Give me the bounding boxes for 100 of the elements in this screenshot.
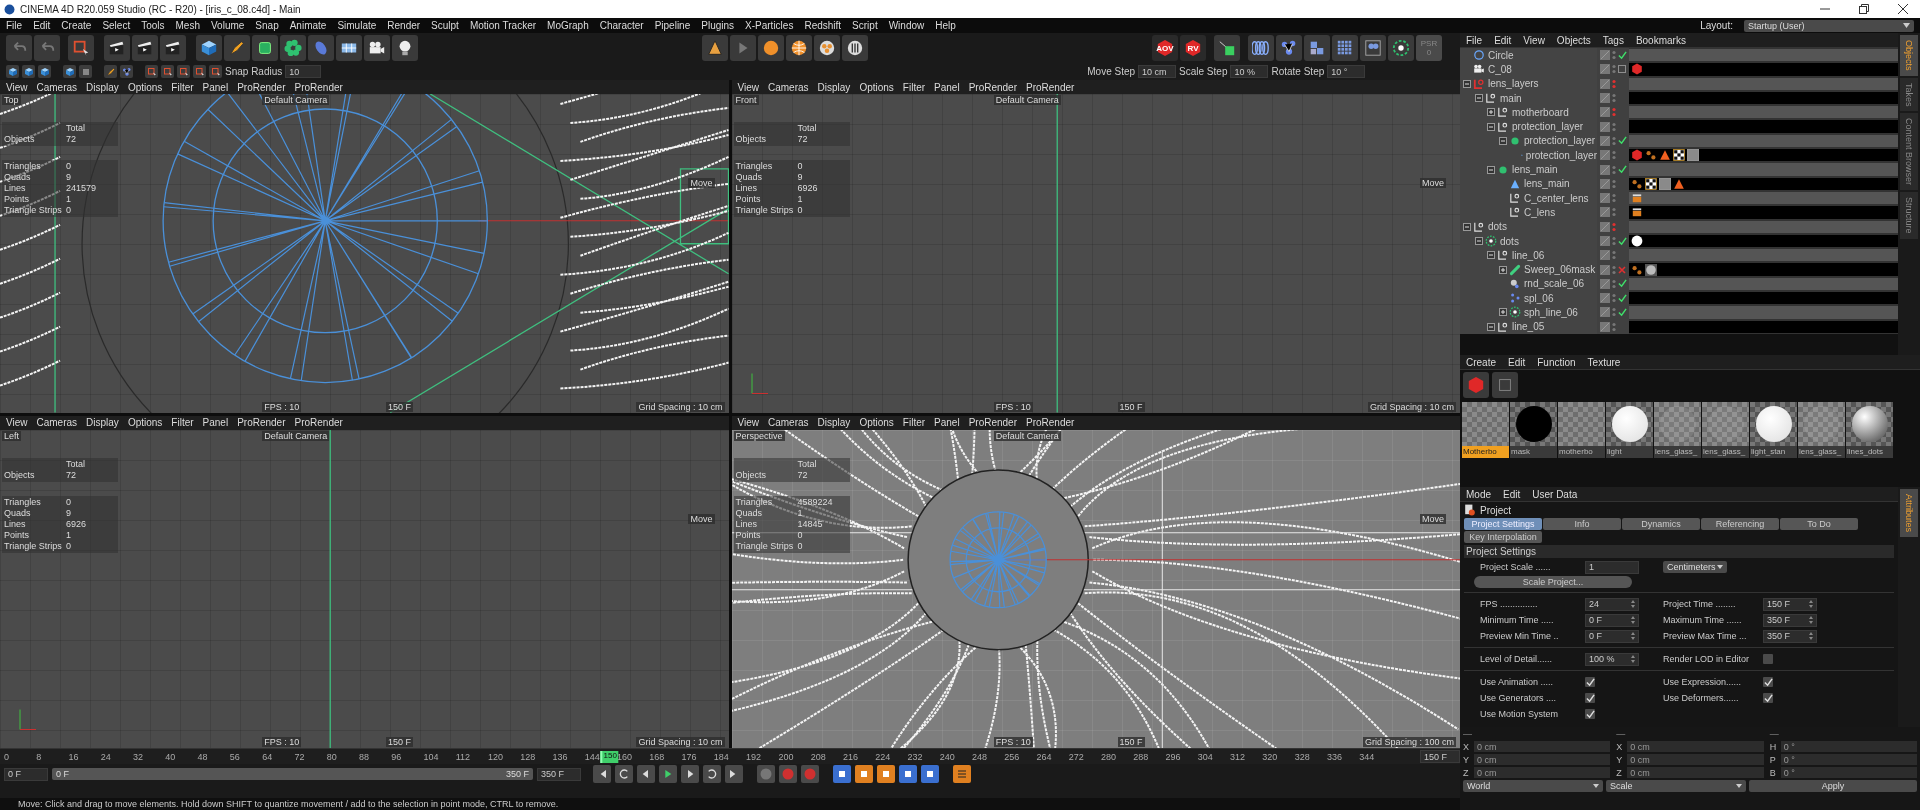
layer-icon[interactable]: [1600, 107, 1610, 118]
viewport-menu-item[interactable]: ProRender: [294, 417, 343, 428]
number-field[interactable]: 100 %: [1585, 652, 1639, 666]
viewport-menu-item[interactable]: Filter: [902, 81, 926, 93]
menu-item[interactable]: Plugins: [701, 20, 735, 31]
menu-item[interactable]: Create: [1466, 356, 1496, 368]
clapper-tag-icon[interactable]: [1631, 206, 1643, 219]
attribute-tab[interactable]: To Do: [1780, 518, 1858, 530]
expand-toggle[interactable]: [1499, 265, 1507, 274]
side-tab[interactable]: Objects: [1900, 35, 1918, 76]
snap-radius-field[interactable]: 10: [285, 65, 322, 78]
coordinate-field[interactable]: 0 °: [1780, 754, 1917, 765]
object-row[interactable]: protection_layer: [1460, 148, 1597, 163]
attribute-tab[interactable]: Referencing: [1701, 518, 1779, 530]
snap-mode-icon[interactable]: [177, 65, 190, 78]
viewport-menu-item[interactable]: Filter: [171, 81, 194, 93]
layer-icon[interactable]: [1600, 307, 1610, 318]
menu-item[interactable]: Snap: [255, 20, 279, 31]
material-thumbnail[interactable]: [1462, 402, 1509, 446]
layer-icon[interactable]: [1600, 135, 1610, 146]
visibility-dots-icon[interactable]: [1612, 221, 1616, 232]
layer-icon[interactable]: [1600, 50, 1610, 61]
render-settings-icon[interactable]: [160, 35, 186, 61]
material-thumbnail[interactable]: [1798, 402, 1845, 446]
menu-item[interactable]: Edit: [1503, 488, 1521, 500]
step-field[interactable]: 10 °: [1327, 65, 1366, 78]
menu-item[interactable]: Character: [599, 20, 644, 31]
go-to-start-icon[interactable]: [593, 765, 611, 783]
object-row[interactable]: lens_main: [1460, 162, 1597, 177]
previous-frame-icon[interactable]: [637, 765, 655, 783]
render-hex-button[interactable]: RV: [1180, 35, 1206, 61]
menu-item[interactable]: File: [6, 20, 23, 31]
snap-mode-icon[interactable]: [145, 65, 158, 78]
sphere-tag-icon[interactable]: [1631, 235, 1643, 247]
viewport-menu-item[interactable]: Cameras: [36, 417, 78, 428]
mode-cube-icon[interactable]: [22, 65, 35, 78]
go-to-end-icon[interactable]: [725, 765, 743, 783]
end-frame-field[interactable]: 350 F: [537, 767, 581, 781]
object-row[interactable]: sph_line_06: [1460, 305, 1597, 320]
floor-icon[interactable]: [336, 35, 362, 61]
side-tab[interactable]: Takes: [1900, 77, 1918, 112]
visibility-dots-icon[interactable]: [1612, 278, 1616, 289]
menu-item[interactable]: Bookmarks: [1635, 34, 1686, 46]
collapse-toggle[interactable]: [1463, 222, 1471, 231]
menu-item[interactable]: Window: [888, 20, 925, 31]
cube-icon[interactable]: [196, 35, 222, 61]
viewport-menu-item[interactable]: Panel: [934, 417, 960, 428]
mode-dropdown[interactable]: Scale: [1606, 780, 1746, 792]
layer-icon[interactable]: [1600, 321, 1610, 332]
layer-icon[interactable]: [1600, 193, 1610, 204]
collapse-toggle[interactable]: [1475, 94, 1483, 103]
layer-icon[interactable]: [1600, 64, 1610, 75]
viewport-menu-item[interactable]: ProRender: [968, 417, 1017, 428]
viewport-menu-item[interactable]: Filter: [902, 417, 926, 428]
menu-item[interactable]: Objects: [1556, 34, 1591, 46]
layer-icon[interactable]: [1600, 250, 1610, 261]
viewport-menu-item[interactable]: ProRender: [237, 417, 286, 428]
viewport-canvas[interactable]: Top Default Camera Total Objects 72 Triangles 0 Quads 9 Lines 241579 Points 1 Triangle Strips 0 Move FPS : 10 150 F Grid Spacing : 10 cm: [0, 94, 729, 413]
visibility-dots-icon[interactable]: [1612, 164, 1616, 175]
visibility-dots-icon[interactable]: [1612, 78, 1616, 89]
coordinate-field[interactable]: 0 °: [1780, 767, 1917, 778]
render-picture-icon[interactable]: [132, 35, 158, 61]
menu-item[interactable]: Mesh: [175, 20, 200, 31]
dots-tag-icon[interactable]: [1645, 149, 1657, 162]
snap-settings-icon[interactable]: [120, 65, 133, 78]
viewport-menu-item[interactable]: ProRender: [968, 81, 1017, 93]
gear-icon[interactable]: [1388, 35, 1414, 61]
check-icon[interactable]: [1618, 165, 1627, 174]
dots-tag-icon[interactable]: [1631, 177, 1643, 190]
visibility-dots-icon[interactable]: [1612, 307, 1616, 318]
menu-item[interactable]: MoGraph: [547, 20, 589, 31]
sphere-tag-icon[interactable]: [1645, 263, 1657, 276]
attribute-tab[interactable]: Dynamics: [1622, 518, 1700, 530]
viewport-menu-item[interactable]: Display: [86, 417, 119, 428]
collapse-toggle[interactable]: [1487, 122, 1495, 131]
menu-item[interactable]: User Data: [1532, 488, 1578, 500]
apply-button[interactable]: Apply: [1749, 780, 1917, 792]
dotted-square-icon[interactable]: [1618, 65, 1626, 74]
visibility-dots-icon[interactable]: [1612, 321, 1616, 332]
hexagon-tag-icon[interactable]: [1631, 63, 1643, 76]
menu-item[interactable]: Tags: [1602, 34, 1624, 46]
cone-tag-icon[interactable]: [1659, 149, 1671, 162]
viewport-menu-item[interactable]: Options: [127, 417, 163, 428]
check-icon[interactable]: [1618, 279, 1627, 289]
viewport-menu-item[interactable]: Panel: [202, 417, 229, 428]
coordinate-field[interactable]: 0 cm: [1627, 767, 1764, 778]
viewport-menu-item[interactable]: View: [737, 81, 759, 93]
expand-toggle[interactable]: [1499, 308, 1507, 317]
scale-project-button[interactable]: Scale Project...: [1474, 576, 1632, 588]
menu-item[interactable]: File: [1466, 34, 1483, 46]
checker-tag-icon[interactable]: [1673, 149, 1685, 162]
coordinate-field[interactable]: 0 cm: [1627, 741, 1764, 752]
menu-item[interactable]: Motion Tracker: [469, 20, 537, 31]
visibility-dots-icon[interactable]: [1612, 64, 1616, 75]
number-field[interactable]: 0 F: [1585, 629, 1639, 643]
object-row[interactable]: motherboard: [1460, 105, 1597, 120]
move-key-icon[interactable]: [833, 765, 851, 783]
snap-icon[interactable]: [104, 65, 117, 78]
current-frame-field[interactable]: 150 F: [1420, 750, 1460, 763]
layer-icon[interactable]: [1600, 207, 1610, 218]
